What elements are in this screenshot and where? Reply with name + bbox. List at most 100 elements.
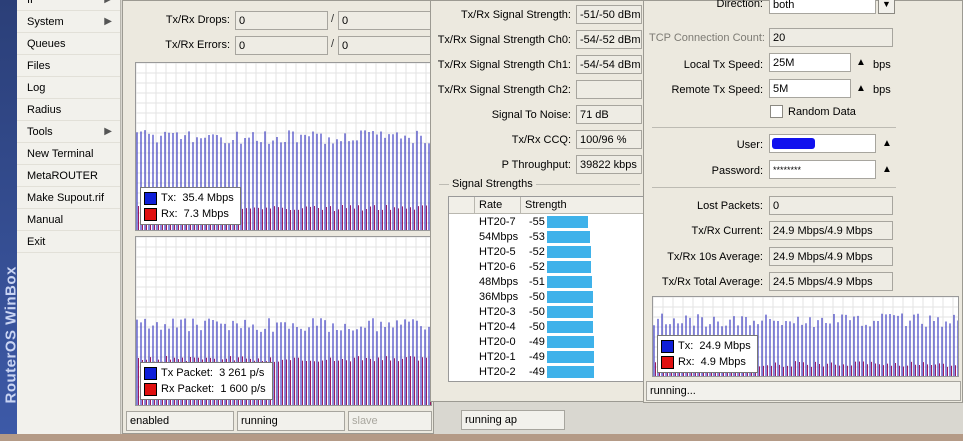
signal-rate-cell: HT20-6 <box>479 261 516 273</box>
menu-item-metarouter[interactable]: MetaROUTER <box>17 165 120 187</box>
main-menu: IP ▶ System ▶ Queues Files Log Radius Tools ▶ New … <box>17 0 121 441</box>
signal-strength-cell: -55 <box>529 216 545 228</box>
signal-strength-bar <box>547 276 592 288</box>
menu-item-exit[interactable]: Exit <box>17 231 120 253</box>
legend-swatch <box>661 355 674 369</box>
legend-label: Tx: <box>678 340 694 352</box>
menu-item-label: MetaROUTER <box>27 170 98 182</box>
signal-rate-cell: 48Mbps <box>479 276 519 288</box>
signal-strength-cell: -49 <box>529 366 545 378</box>
signal-table-row[interactable]: HT20-3 -50 <box>449 305 643 320</box>
signal-strength-bar <box>547 231 590 243</box>
signal-strength-bar <box>547 381 594 382</box>
tx-rx-total-average-label: Tx/Rx Total Average: <box>661 276 763 288</box>
signal-table-row[interactable]: 48Mbps -51 <box>449 275 643 290</box>
signal-rate-cell: HT20-0 <box>479 336 516 348</box>
signal-strength-bar <box>547 351 594 363</box>
remote-tx-field[interactable]: 5M <box>769 79 851 98</box>
menu-item-make-supout-rif[interactable]: Make Supout.rif <box>17 187 120 209</box>
signal-rate-cell: HT20-4 <box>479 321 516 333</box>
remote-tx-collapse-icon[interactable]: ▲ <box>856 83 866 94</box>
signal-table-row[interactable]: HT20-4 -50 <box>449 320 643 335</box>
menu-item-label: New Terminal <box>27 148 94 160</box>
wireless-row-value[interactable]: -54/-54 dBm <box>576 55 642 74</box>
user-field[interactable] <box>769 134 876 153</box>
local-tx-label: Local Tx Speed: <box>683 59 763 71</box>
menu-item-files[interactable]: Files <box>17 55 120 77</box>
remote-tx-unit: bps <box>873 84 891 96</box>
tx-rx-total-average-field[interactable]: 24.5 Mbps/4.9 Mbps <box>769 272 893 291</box>
legend-value: 3 261 p/s <box>219 367 265 379</box>
menu-item-system[interactable]: System ▶ <box>17 11 120 33</box>
menu-item-manual[interactable]: Manual <box>17 209 120 231</box>
signal-rate-cell: HT20-7 <box>479 216 516 228</box>
signal-table-row[interactable]: HT20-0 -49 <box>449 335 643 350</box>
wireless-row-label: Tx/Rx Signal Strength: <box>460 9 571 21</box>
status-enabled: enabled <box>126 411 234 431</box>
packet-graph: Tx Packet: 3 261 p/s Rx Packet: 1 600 p/s <box>135 236 432 406</box>
signal-table-row[interactable]: 18Mbps -49 <box>449 380 643 382</box>
table-header-strength[interactable]: Strength <box>521 197 643 214</box>
wireless-row-label: Tx/Rx Signal Strength Ch0: <box>437 34 571 46</box>
signal-table-row[interactable]: 54Mbps -53 <box>449 230 643 245</box>
signal-strength-cell: -49 <box>529 380 545 381</box>
tcp-count-label: TCP Connection Count: <box>649 32 765 44</box>
password-collapse-icon[interactable]: ▲ <box>882 164 892 175</box>
wireless-row-value[interactable]: -51/-50 dBm <box>576 5 642 24</box>
wireless-row-value[interactable]: 39822 kbps <box>576 155 642 174</box>
wireless-row-value[interactable]: 71 dB <box>576 105 642 124</box>
local-tx-field[interactable]: 25M <box>769 53 851 72</box>
menu-item-ip[interactable]: IP ▶ <box>17 0 120 11</box>
signal-table-row[interactable]: 36Mbps -50 <box>449 290 643 305</box>
signal-rate-cell: 36Mbps <box>479 291 519 303</box>
remote-tx-label: Remote Tx Speed: <box>671 84 763 96</box>
signal-table-row[interactable]: HT20-1 -49 <box>449 350 643 365</box>
legend-entry: Tx: 35.4 Mbps <box>144 190 234 206</box>
legend-swatch <box>144 207 157 221</box>
legend-swatch <box>144 366 157 380</box>
signal-table-row[interactable]: HT20-2 -49 <box>449 365 643 380</box>
signal-rate-cell: HT20-3 <box>479 306 516 318</box>
menu-item-label: Radius <box>27 104 62 116</box>
menu-item-new-terminal[interactable]: New Terminal <box>17 143 120 165</box>
direction-dropdown-icon[interactable]: ▼ <box>878 0 895 14</box>
signal-table-row[interactable]: HT20-7 -55 <box>449 215 643 230</box>
legend-value: 35.4 Mbps <box>182 192 234 204</box>
menu-item-log[interactable]: Log <box>17 77 120 99</box>
bandwidth-graph: Tx: 24.9 Mbps Rx: 4.9 Mbps <box>652 296 959 377</box>
tx-rx-10s-average-field[interactable]: 24.9 Mbps/4.9 Mbps <box>769 247 893 266</box>
user-collapse-icon[interactable]: ▲ <box>882 138 892 149</box>
menu-item-radius[interactable]: Radius <box>17 99 120 121</box>
signal-table-row[interactable]: HT20-5 -52 <box>449 245 643 260</box>
lost-packets-field[interactable]: 0 <box>769 196 893 215</box>
tx-rx-current-field[interactable]: 24.9 Mbps/4.9 Mbps <box>769 221 893 240</box>
local-tx-collapse-icon[interactable]: ▲ <box>856 57 866 68</box>
menu-item-label: System <box>27 16 64 28</box>
table-header-blank <box>449 197 475 214</box>
table-header-rate[interactable]: Rate <box>475 197 521 214</box>
wireless-row-value[interactable]: -54/-52 dBm <box>576 30 642 49</box>
wireless-row-value[interactable]: 100/96 % <box>576 130 642 149</box>
errors-rx-field[interactable]: 0 <box>338 36 431 55</box>
submenu-arrow-icon: ▶ <box>104 0 112 11</box>
legend-swatch <box>144 191 157 205</box>
signal-table-row[interactable]: HT20-6 -52 <box>449 260 643 275</box>
lost-packets-label: Lost Packets: <box>696 200 763 212</box>
drops-tx-field[interactable]: 0 <box>235 11 328 30</box>
legend-value: 24.9 Mbps <box>699 340 751 352</box>
status-running-ap: running ap <box>461 410 565 430</box>
menu-item-queues[interactable]: Queues <box>17 33 120 55</box>
direction-select[interactable]: both <box>769 0 876 14</box>
menu-item-tools[interactable]: Tools ▶ <box>17 121 120 143</box>
menu-item-label: Files <box>27 60 51 72</box>
errors-tx-field[interactable]: 0 <box>235 36 328 55</box>
signal-strength-cell: -50 <box>529 291 545 303</box>
random-data-checkbox[interactable] <box>770 105 783 118</box>
bottom-strip <box>0 434 963 441</box>
wireless-row-label: Tx/Rx Signal Strength Ch1: <box>437 59 571 71</box>
status-slave: slave <box>348 411 432 431</box>
tcp-count-field[interactable]: 20 <box>769 28 893 47</box>
wireless-row-value[interactable] <box>576 80 642 99</box>
drops-rx-field[interactable]: 0 <box>338 11 431 30</box>
password-field[interactable]: ******** <box>769 160 876 179</box>
